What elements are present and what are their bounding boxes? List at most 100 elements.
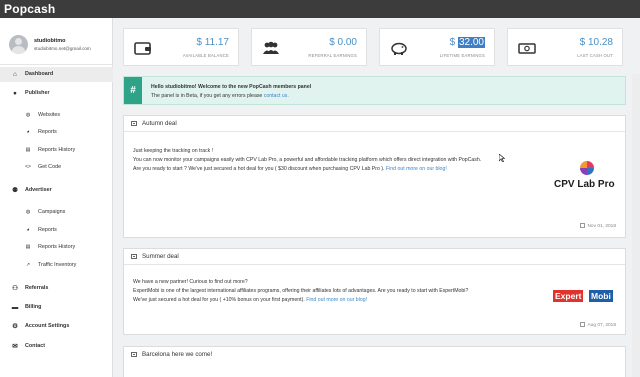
cash-icon [518,43,536,54]
sidebar-item-contact[interactable]: ✉ Contact [0,339,113,354]
stat-label: REFERRAL EARNINGS [308,53,357,58]
calendar-icon [580,322,586,327]
sidebar-item-label: Dashboard [25,71,54,77]
blog-link[interactable]: Find out more on our blog! [386,166,447,172]
stat-card-referral-earnings: $ 0.00 REFERRAL EARNINGS [251,28,367,66]
billing-icon: ▬ [11,304,19,311]
mouse-cursor-icon [499,154,505,162]
stat-card-lifetime-earnings: $ 32.00 LIFETIME EARNINGS [379,28,495,66]
stat-card-last-cash-out: $ 10.28 LAST CASH OUT [507,28,623,66]
sidebar-item-publisher-reports-history[interactable]: ▤ Reports History [0,143,113,158]
stat-value-prefix: $ [449,37,458,48]
sidebar-item-dashboard[interactable]: ⌂ Dashboard [0,67,113,82]
scrollbar[interactable] [632,74,640,377]
stat-label: LAST CASH OUT [577,53,613,58]
avatar[interactable] [9,35,28,54]
welcome-banner: # Hello studiobitmo! Welcome to the new … [123,76,626,105]
pie-chart-icon: ◕ [26,227,30,233]
panel-text-line: Are you ready to start ? We've just secu… [133,165,481,174]
wallet-icon [134,42,151,55]
panel-text: We've just secured a hot deal for you ( … [133,297,307,304]
stat-label: LIFETIME EARNINGS [439,53,485,58]
sidebar-item-campaigns[interactable]: ◍ Campaigns [0,205,113,220]
user-profile: studiobitmo studiobitmo.net@gmail.com [0,18,113,65]
panel-header: Barcelona here we come! [124,347,625,363]
panel-date: Aug 07, 2018 [580,322,616,328]
globe-icon: ◍ [25,209,31,215]
sidebar-item-traffic-inventory[interactable]: ↗ Traffic Inventory [0,258,113,273]
stat-value: $ 11.17 [196,37,229,48]
panel-text-line: Just keeping the tracking on track ! [133,148,214,154]
stat-card-available-balance: $ 11.17 AVAILABLE BALANCE [123,28,239,66]
hash-badge-icon: # [124,77,142,104]
expertmobi-logo: Expert Mobi [553,290,617,302]
sidebar-item-referrals[interactable]: ⚇ Referrals [0,281,113,296]
news-panel-summer-deal: Summer deal We have a new partner! Curio… [123,248,626,335]
envelope-icon: ✉ [12,343,18,350]
news-panel-autumn-deal: Autumn deal Just keeping the tracking on… [123,115,626,238]
sidebar-item-label: Reports History [38,147,76,153]
panel-header: Autumn deal [124,116,625,132]
sidebar-item-advertiser[interactable]: ⚉ Advertiser [0,183,113,198]
panel-header: Summer deal [124,249,625,265]
blog-link[interactable]: Find out more on our blog! [306,297,367,303]
panel-body: We have a new partner! Curious to find o… [133,278,468,306]
sidebar-item-label: Get Code [38,164,62,170]
people-icon [263,41,279,54]
globe-icon: ◍ [25,112,31,118]
sidebar-item-account-settings[interactable]: ⚙ Account Settings [0,319,113,334]
panel-text-line: We have a new partner! Curious to find o… [133,279,248,285]
sidebar-item-websites[interactable]: ◍ Websites [0,108,113,123]
sidebar-item-get-code[interactable]: <> Get Code [0,160,113,175]
sidebar-item-advertiser-reports[interactable]: ◕ Reports [0,223,113,238]
panel-title: Summer deal [142,253,179,260]
welcome-beta-text: The panel is in Beta, if you get any err… [151,93,264,99]
top-bar: Popcash [0,0,640,18]
cpv-lab-pro-logo: CPV Lab Pro [554,161,616,199]
stat-label: AVAILABLE BALANCE [182,53,229,58]
expertmobi-logo-part: Expert [553,290,584,302]
news-icon [131,352,137,357]
calendar-icon [580,223,586,228]
sidebar-item-label: Referrals [25,285,49,291]
trend-icon: ↗ [25,262,31,268]
code-icon: <> [25,164,31,170]
sidebar-item-billing[interactable]: ▬ Billing [0,300,113,315]
pie-chart-icon: ◕ [26,129,30,135]
user-email: studiobitmo.net@gmail.com [34,46,91,51]
sidebar-item-label: Campaigns [38,209,66,215]
piggy-bank-icon [391,42,407,55]
panel-date-text: Nov 01, 2018 [587,224,616,229]
panel-date: Nov 01, 2018 [580,223,616,229]
stat-value: $ 32.00 [450,37,485,48]
panel-text: Are you ready to start ? We've just secu… [133,166,386,173]
panel-text-line: You can now monitor your campaigns easil… [133,157,482,164]
contact-us-link[interactable]: contact us. [264,93,289,99]
sidebar-item-label: Traffic Inventory [38,262,77,268]
sidebar-item-label: Advertiser [25,187,52,193]
sidebar-item-label: Websites [38,112,61,118]
news-icon [131,121,137,126]
users-icon: ⚉ [12,187,18,194]
news-icon [131,254,137,259]
welcome-beta-notice: The panel is in Beta, if you get any err… [151,93,289,99]
stat-value: $ 0.00 [329,37,357,48]
expertmobi-logo-part: Mobi [589,290,613,302]
stat-value-highlight: 32.00 [457,37,485,48]
sidebar-item-publisher[interactable]: ● Publisher [0,86,113,101]
sidebar-item-label: Reports [38,129,57,135]
sidebar-item-label: Billing [25,304,42,310]
welcome-greeting: Hello studiobitmo! Welcome to the new Po… [151,84,312,90]
panel-title: Autumn deal [142,120,177,127]
gear-icon: ⚙ [12,323,18,330]
sidebar-item-label: Account Settings [25,323,70,329]
sidebar-item-publisher-reports[interactable]: ◕ Reports [0,125,113,140]
list-icon: ▤ [25,244,31,250]
panel-body: Just keeping the tracking on track ! You… [133,147,481,175]
panel-text-line: ExpertMobi is one of the largest interna… [133,288,469,295]
cpv-logo-text: CPV Lab Pro [554,179,615,190]
sidebar: studiobitmo studiobitmo.net@gmail.com ⌂ … [0,18,113,377]
sidebar-item-advertiser-reports-history[interactable]: ▤ Reports History [0,240,113,255]
sidebar-item-label: Publisher [25,90,50,96]
brand-logo[interactable]: Popcash [4,2,55,16]
